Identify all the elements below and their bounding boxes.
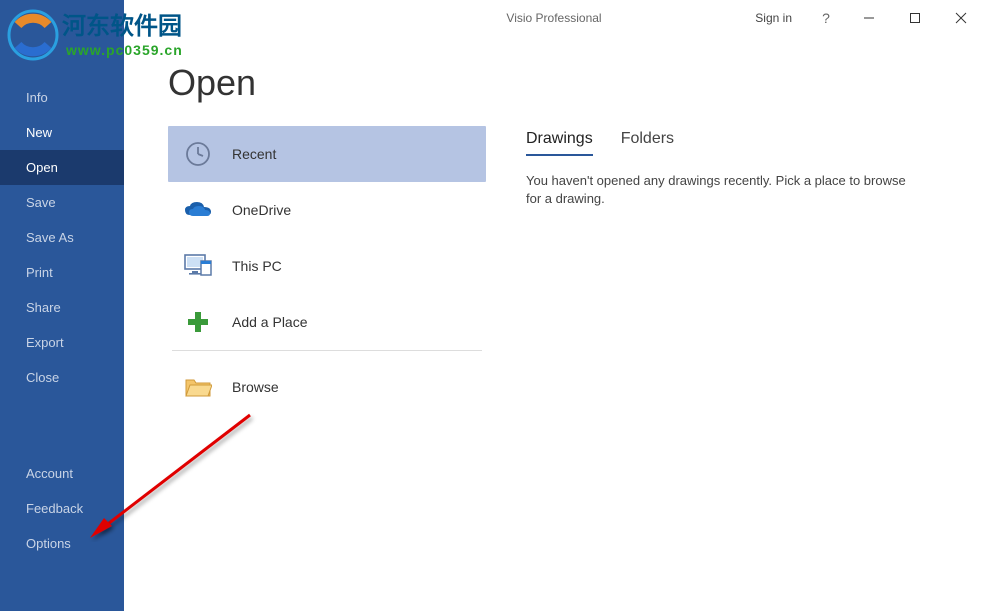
place-label: Add a Place <box>232 314 308 330</box>
tabs: Drawings Folders <box>526 130 940 156</box>
place-label: Browse <box>232 379 279 395</box>
tab-folders[interactable]: Folders <box>621 130 674 156</box>
signin-link[interactable]: Sign in <box>741 11 806 25</box>
folder-icon <box>182 371 214 403</box>
sidebar-item-info[interactable]: Info <box>0 80 124 115</box>
sidebar-item-new[interactable]: New <box>0 115 124 150</box>
sidebar-item-close[interactable]: Close <box>0 360 124 395</box>
tab-drawings[interactable]: Drawings <box>526 130 593 156</box>
place-onedrive[interactable]: OneDrive <box>168 182 486 238</box>
sidebar-item-open[interactable]: Open <box>0 150 124 185</box>
app-title: Visio Professional <box>506 11 601 25</box>
sidebar-item-print[interactable]: Print <box>0 255 124 290</box>
sidebar-item-options[interactable]: Options <box>0 526 124 561</box>
close-icon <box>955 12 967 24</box>
clock-icon <box>182 138 214 170</box>
recent-panel: Drawings Folders You haven't opened any … <box>526 126 940 415</box>
place-recent[interactable]: Recent <box>168 126 486 182</box>
divider <box>172 350 482 351</box>
place-thispc[interactable]: This PC <box>168 238 486 294</box>
sidebar-item-account[interactable]: Account <box>0 456 124 491</box>
sidebar-item-save-as[interactable]: Save As <box>0 220 124 255</box>
places-list: Recent OneDrive This PC Add a Place <box>168 126 486 415</box>
sidebar-item-feedback[interactable]: Feedback <box>0 491 124 526</box>
sidebar-item-share[interactable]: Share <box>0 290 124 325</box>
backstage-sidebar: Info New Open Save Save As Print Share E… <box>0 0 124 611</box>
sidebar-item-save[interactable]: Save <box>0 185 124 220</box>
computer-icon <box>182 250 214 282</box>
place-add[interactable]: Add a Place <box>168 294 486 350</box>
sidebar-item-export[interactable]: Export <box>0 325 124 360</box>
titlebar: Visio Professional Sign in ? <box>124 0 984 36</box>
place-label: This PC <box>232 258 282 274</box>
empty-message: You haven't opened any drawings recently… <box>526 172 906 208</box>
help-button[interactable]: ? <box>806 10 846 26</box>
onedrive-icon <box>182 194 214 226</box>
maximize-button[interactable] <box>892 3 938 33</box>
maximize-icon <box>909 12 921 24</box>
place-label: Recent <box>232 146 276 162</box>
main-area: Open Recent OneDrive This PC <box>124 36 984 611</box>
minimize-button[interactable] <box>846 3 892 33</box>
close-button[interactable] <box>938 3 984 33</box>
place-label: OneDrive <box>232 202 291 218</box>
page-title: Open <box>168 62 940 104</box>
minimize-icon <box>863 12 875 24</box>
place-browse[interactable]: Browse <box>168 359 486 415</box>
plus-icon <box>182 306 214 338</box>
